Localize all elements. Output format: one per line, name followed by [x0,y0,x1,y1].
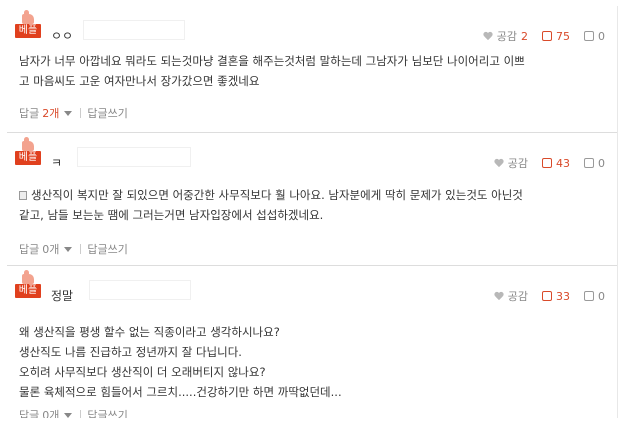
upvote-button[interactable]: 33 [542,290,570,303]
gonggam-label: 공감 [507,290,528,303]
comment-line: 생산직이 복지만 잘 되있으면 어중간한 사무직보다 훨 나아요. 남자분에게 … [19,185,597,205]
best-tag: 베플 [15,24,41,38]
reply-count[interactable]: 0개 [42,407,59,418]
comment-author[interactable]: ㅋ [51,154,62,171]
comment-line: 같고, 남들 보는눈 땜에 그러는거면 남자입장에서 섭섭하겠네요. [19,208,324,222]
thumbs-down-icon [584,291,594,301]
document-icon [19,191,27,200]
downvote-button[interactable]: 0 [584,30,605,43]
reply-label[interactable]: 답글 [19,407,39,418]
comment-body: 생산직이 복지만 잘 되있으면 어중간한 사무직보다 훨 나아요. 남자분에게 … [19,185,597,225]
comment-line: 오히려 사무직보다 생산직이 더 오래버티지 않나요? [19,365,266,379]
best-comment: 베플 ㅋ 공감 43 0 생산직이 복지만 잘 되있으면 어중간한 사무직보다 … [7,133,617,266]
footer-divider [80,108,82,118]
downvote-button[interactable]: 0 [584,157,605,170]
upvote-button[interactable]: 75 [542,30,570,43]
best-badge: 베플 [15,270,41,298]
write-reply-link[interactable]: 답글쓰기 [87,105,127,121]
gonggam-count: 2 [521,29,528,43]
best-tag: 베플 [15,284,41,298]
thumb-icon [22,270,34,284]
comment-footer: 답글 0개 답글쓰기 [19,407,128,418]
caret-down-icon[interactable] [64,110,73,116]
reply-count[interactable]: 0개 [42,241,59,257]
downvote-count: 0 [598,156,605,170]
best-comment: 베플 ㅇㅇ 공감 2 75 0 남자가 너무 아깝네요 뭐라도 되는것마냥 결혼… [7,6,617,133]
write-reply-link[interactable]: 답글쓰기 [87,407,127,418]
heart-icon [494,292,504,301]
heart-icon [483,32,493,41]
gonggam-button[interactable]: 공감 [494,155,528,171]
best-badge: 베플 [15,137,41,165]
comment-footer: 답글 0개 답글쓰기 [19,241,128,257]
downvote-count: 0 [598,29,605,43]
comment-line: 왜 생산직을 평생 할수 없는 직종이라고 생각하시나요? [19,325,280,339]
upvote-count: 43 [556,156,570,170]
footer-divider [80,244,82,254]
comment-author[interactable]: 정말 [51,287,73,304]
write-reply-link[interactable]: 답글쓰기 [87,241,127,257]
comment-body: 왜 생산직을 평생 할수 없는 직종이라고 생각하시나요? 생산직도 나름 진급… [19,322,597,402]
caret-down-icon[interactable] [64,412,73,418]
comment-body: 남자가 너무 아깝네요 뭐라도 되는것마냥 결혼을 해주는것처럼 말하는데 그남… [19,51,597,91]
thumbs-up-icon [542,31,552,41]
comment-line: 남자가 너무 아깝네요 뭐라도 되는것마냥 결혼을 해주는것처럼 말하는데 그남… [19,54,525,68]
upvote-count: 33 [556,289,570,303]
redacted-area [83,20,185,40]
gonggam-label: 공감 [507,157,528,170]
redacted-area [89,280,191,300]
redacted-area [77,147,191,167]
thumbs-up-icon [542,158,552,168]
thumbs-up-icon [542,291,552,301]
comment-actions: 공감 33 0 [480,288,605,304]
comment-line: 고 마음씨도 고운 여자만나서 장가갔으면 좋겠네요 [19,74,260,88]
comment-footer: 답글 2개 답글쓰기 [19,105,128,121]
thumb-icon [22,137,34,151]
best-badge: 베플 [15,10,41,38]
best-tag: 베플 [15,151,41,165]
upvote-button[interactable]: 43 [542,157,570,170]
gonggam-button[interactable]: 공감 2 [483,28,528,44]
footer-divider [80,410,82,418]
downvote-button[interactable]: 0 [584,290,605,303]
comment-line-text: 생산직이 복지만 잘 되있으면 어중간한 사무직보다 훨 나아요. 남자분에게 … [31,188,523,202]
thumbs-down-icon [584,31,594,41]
reply-count[interactable]: 2개 [42,105,59,121]
upvote-count: 75 [556,29,570,43]
gonggam-label: 공감 [496,30,517,43]
reply-label[interactable]: 답글 [19,105,39,121]
comment-actions: 공감 2 75 0 [469,28,605,44]
comment-line: 물론 육체적으로 힘들어서 그르치.....건강하기만 하면 까딱없던데... [19,385,342,399]
comment-list: 베플 ㅇㅇ 공감 2 75 0 남자가 너무 아깝네요 뭐라도 되는것마냥 결혼… [7,6,618,418]
caret-down-icon[interactable] [64,246,73,252]
comment-author[interactable]: ㅇㅇ [51,27,73,44]
comment-line: 생산직도 나름 진급하고 정년까지 잘 다닙니다. [19,345,242,359]
reply-label[interactable]: 답글 [19,241,39,257]
thumbs-down-icon [584,158,594,168]
downvote-count: 0 [598,289,605,303]
gonggam-button[interactable]: 공감 [494,288,528,304]
comment-actions: 공감 43 0 [480,155,605,171]
thumb-icon [22,10,34,24]
heart-icon [494,159,504,168]
best-comment: 베플 정말 공감 33 0 왜 생산직을 평생 할수 없는 직종이라고 생각하시… [7,266,617,418]
